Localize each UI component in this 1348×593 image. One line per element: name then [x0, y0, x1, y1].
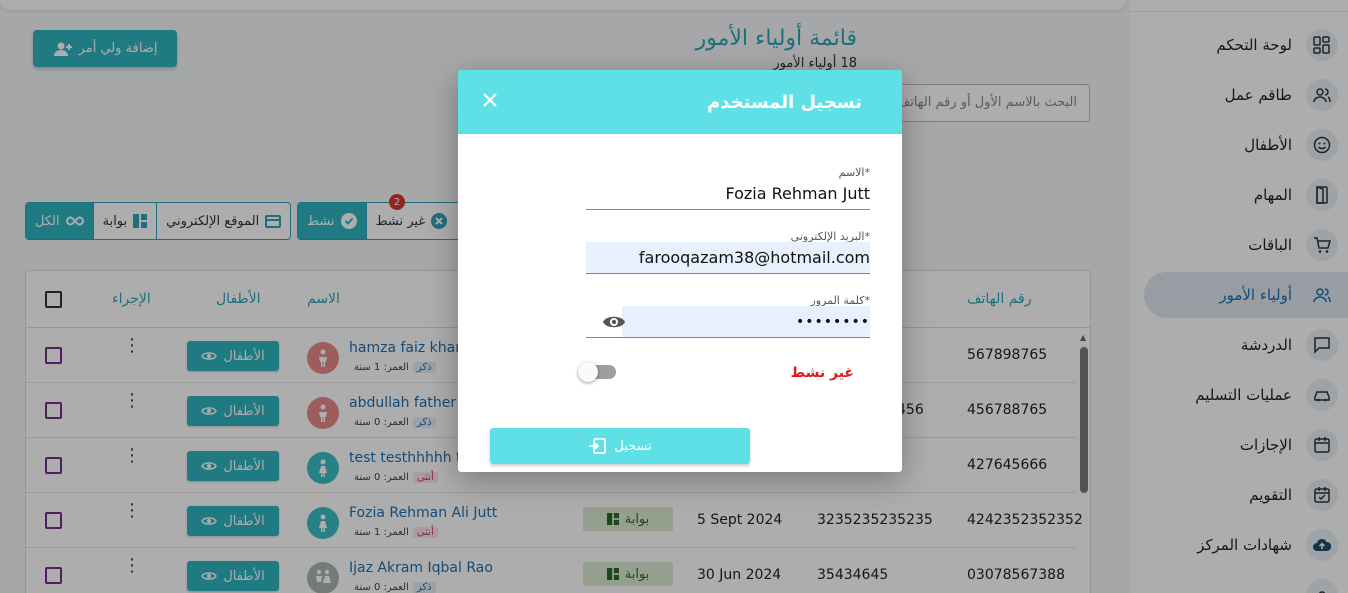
password-value: ••••••••: [795, 314, 870, 330]
register-submit-button[interactable]: تسجيل: [490, 428, 750, 464]
email-field[interactable]: farooqazam38@hotmail.com: [586, 242, 870, 274]
name-field[interactable]: Fozia Rehman Jutt: [586, 178, 870, 210]
register-user-dialog: تسجيل المستخدم *الاسم Fozia Rehman Jutt …: [458, 70, 902, 472]
dialog-header: تسجيل المستخدم: [458, 70, 902, 134]
active-status-toggle[interactable]: [578, 362, 616, 382]
toggle-knob: [578, 362, 598, 382]
status-label: غير نشط: [790, 365, 854, 381]
register-button-label: تسجيل: [614, 438, 652, 454]
login-icon: [589, 438, 607, 454]
app-root: إضافة ولي أمر قائمة أولياء الأمور 18 أول…: [0, 0, 1348, 593]
password-underline: [586, 337, 870, 338]
dialog-title: تسجيل المستخدم: [707, 92, 862, 113]
close-icon[interactable]: [480, 90, 500, 110]
show-password-eye-icon[interactable]: [602, 312, 626, 332]
